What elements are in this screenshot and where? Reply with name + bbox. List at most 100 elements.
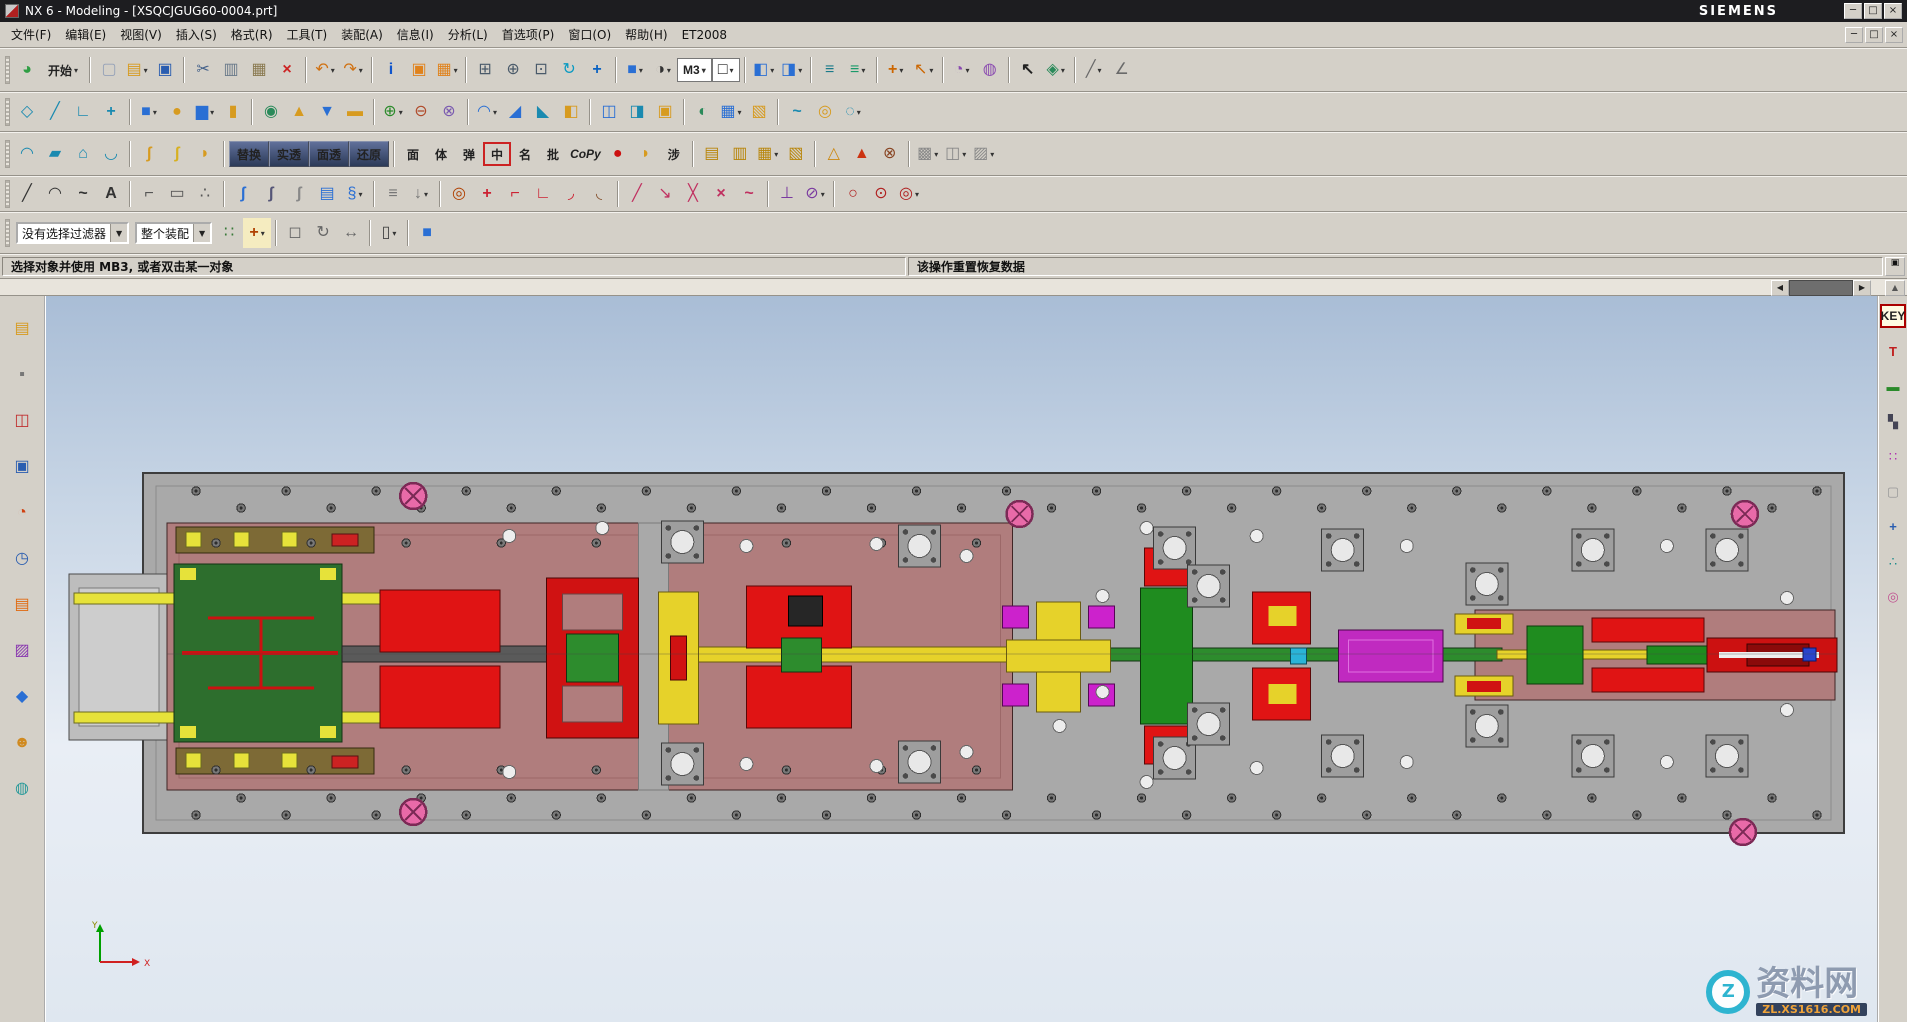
dropdown-arrow-icon[interactable]: ▾ — [392, 229, 396, 238]
quick-extend-icon[interactable]: ⌐ — [501, 179, 529, 209]
zoom-window-icon[interactable]: ⊞ — [471, 55, 499, 85]
menu-item[interactable]: 装配(A) — [334, 23, 390, 46]
snap-points-grid-icon[interactable]: ∷ — [215, 218, 243, 248]
shell-icon[interactable]: ◧ — [557, 97, 585, 127]
copy-tool-button[interactable]: CoPy — [567, 139, 604, 169]
information-icon[interactable]: i — [377, 55, 405, 85]
undo-icon[interactable]: ↶▾ — [311, 55, 339, 85]
dropdown-arrow-icon[interactable]: ▾ — [899, 66, 903, 75]
mdi-restore-button[interactable]: □ — [1865, 27, 1883, 43]
dropdown-arrow-icon[interactable]: ▾ — [990, 150, 994, 159]
constraint-navigator-icon[interactable]: ▪ — [7, 360, 37, 390]
point-set-icon[interactable]: ∴ — [191, 179, 219, 209]
new-component-icon[interactable]: ▧ — [782, 139, 810, 169]
menu-item[interactable]: ET2008 — [675, 25, 734, 45]
show-hide-icon[interactable]: ◔▾ — [948, 55, 976, 85]
magenta-grid-icon[interactable]: ∷ — [1880, 444, 1906, 468]
dropdown-arrow-icon[interactable]: ▾ — [331, 66, 335, 75]
sketch-fillet-icon[interactable]: ◞ — [557, 179, 585, 209]
menu-item[interactable]: 编辑(E) — [58, 23, 113, 46]
make-corner-icon[interactable]: ∟ — [529, 179, 557, 209]
new-file-icon[interactable]: ▢ — [95, 55, 123, 85]
horizontal-scrollbar[interactable]: ◀ ▶ ▲ — [0, 278, 1907, 296]
dropdown-arrow-icon[interactable]: ▾ — [74, 66, 78, 75]
pink-ring-icon[interactable]: ◎ — [1880, 584, 1906, 608]
dropdown-arrow-icon[interactable]: ▾ — [774, 150, 778, 159]
dropdown-arrow-icon[interactable]: ▾ — [424, 190, 428, 199]
menu-item[interactable]: 信息(I) — [390, 23, 441, 46]
interference-char-button[interactable]: 涉 — [660, 139, 688, 169]
draft-icon[interactable]: ◣ — [529, 97, 557, 127]
dropdown-arrow-icon[interactable]: ▾ — [966, 66, 970, 75]
m3-button[interactable]: M3▾ — [677, 58, 712, 82]
dropdown-arrow-icon[interactable]: ▾ — [210, 108, 214, 117]
mdi-close-button[interactable]: × — [1885, 27, 1903, 43]
spline-icon[interactable]: ~ — [69, 179, 97, 209]
n-sided-surface-icon[interactable]: ⌂ — [69, 139, 97, 169]
dropdown-arrow-icon[interactable]: ▾ — [934, 150, 938, 159]
snap-point-button[interactable]: +▾ — [243, 218, 271, 248]
face-translucency-button[interactable]: 面透 — [309, 141, 349, 167]
t-tool-icon[interactable]: T — [1880, 339, 1906, 363]
ruled-surface-icon[interactable]: ▰ — [41, 139, 69, 169]
dropdown-arrow-icon[interactable]: ▾ — [915, 190, 919, 199]
system-materials-icon[interactable]: ▤ — [7, 590, 37, 620]
rectangle-icon[interactable]: ▭ — [163, 179, 191, 209]
refresh-icon[interactable]: ↻ — [555, 55, 583, 85]
dropdown-arrow-icon[interactable]: ▾ — [639, 66, 643, 75]
pan-icon[interactable]: + — [583, 55, 611, 85]
split-body-icon[interactable]: ◨ — [623, 97, 651, 127]
dropdown-arrow-icon[interactable]: ▾ — [1061, 66, 1065, 75]
circle-icon[interactable]: ○ — [839, 179, 867, 209]
snap-magnet-icon[interactable]: ◈▾ — [1042, 55, 1070, 85]
reuse-library-icon[interactable]: ▣ — [7, 452, 37, 482]
dropdown-arrow-icon[interactable]: ▾ — [861, 66, 865, 75]
dropdown-arrow-icon[interactable]: ▾ — [1098, 66, 1102, 75]
dropdown-arrow-icon[interactable]: ▾ — [359, 66, 363, 75]
fit-view-icon[interactable]: ⊡ — [527, 55, 555, 85]
block-icon[interactable]: ▆▾ — [191, 97, 219, 127]
graphics-viewport[interactable]: Y X Z 资料网 ZL.XS1616.COM — [46, 296, 1877, 1022]
toolbar-drag-handle[interactable] — [5, 140, 10, 168]
feed-plate[interactable] — [174, 564, 342, 742]
toolbar-drag-handle[interactable] — [5, 180, 10, 208]
palette-icon[interactable]: ▨ — [7, 636, 37, 666]
toolbar-drag-handle[interactable] — [5, 219, 10, 247]
layer-visible-icon[interactable]: ≡▾ — [844, 55, 872, 85]
project-curve-icon[interactable]: ↓▾ — [407, 179, 435, 209]
divide-curve-icon[interactable]: ╱ — [623, 179, 651, 209]
dropdown-arrow-icon[interactable]: ▾ — [929, 66, 933, 75]
dropdown-arrow-icon[interactable]: ▾ — [770, 66, 774, 75]
true-shading-button[interactable]: 实透 — [269, 141, 309, 167]
measure-angle-icon[interactable]: ∠ — [1108, 55, 1136, 85]
instance-icon[interactable]: ▧ — [745, 97, 773, 127]
thicken-icon[interactable]: ▣ — [651, 97, 679, 127]
quick-trim-icon[interactable]: + — [473, 179, 501, 209]
menu-item[interactable]: 分析(L) — [441, 23, 495, 46]
sweep-along-guide-icon[interactable]: ʃ — [135, 139, 163, 169]
pattern-component-icon[interactable]: ▩▾ — [914, 139, 942, 169]
paste-icon[interactable]: ▦ — [245, 55, 273, 85]
restore-button[interactable]: 还原 — [349, 141, 389, 167]
dropdown-arrow-icon[interactable]: ▾ — [144, 66, 148, 75]
drag-view-icon[interactable]: ↔ — [337, 218, 365, 248]
chevron-down-icon[interactable]: ▼ — [110, 224, 127, 242]
minimize-button[interactable]: ─ — [1844, 3, 1862, 19]
menu-item[interactable]: 帮助(H) — [618, 23, 674, 46]
profile-icon[interactable]: ⌐ — [135, 179, 163, 209]
replace-view-button[interactable]: 替换 — [229, 141, 269, 167]
immediate-hide-icon[interactable]: ◍ — [976, 55, 1004, 85]
redo-icon[interactable]: ↷▾ — [339, 55, 367, 85]
background-color-button[interactable]: □▾ — [712, 58, 740, 82]
text-icon[interactable]: A — [97, 179, 125, 209]
center-char-button[interactable]: 中 — [483, 142, 511, 166]
dropdown-arrow-icon[interactable]: ▾ — [798, 66, 802, 75]
datum-axis-icon[interactable]: ╱ — [41, 97, 69, 127]
swept-icon[interactable]: ~ — [783, 97, 811, 127]
batch-char-button[interactable]: 批 — [539, 139, 567, 169]
orient-top-icon[interactable]: ◧▾ — [750, 55, 778, 85]
snap-constraint-icon[interactable]: ◎ — [445, 179, 473, 209]
offset-surface-icon[interactable]: ◌▾ — [839, 97, 867, 127]
menu-item[interactable]: 文件(F) — [4, 23, 58, 46]
stretch-curve-icon[interactable]: ╳ — [679, 179, 707, 209]
